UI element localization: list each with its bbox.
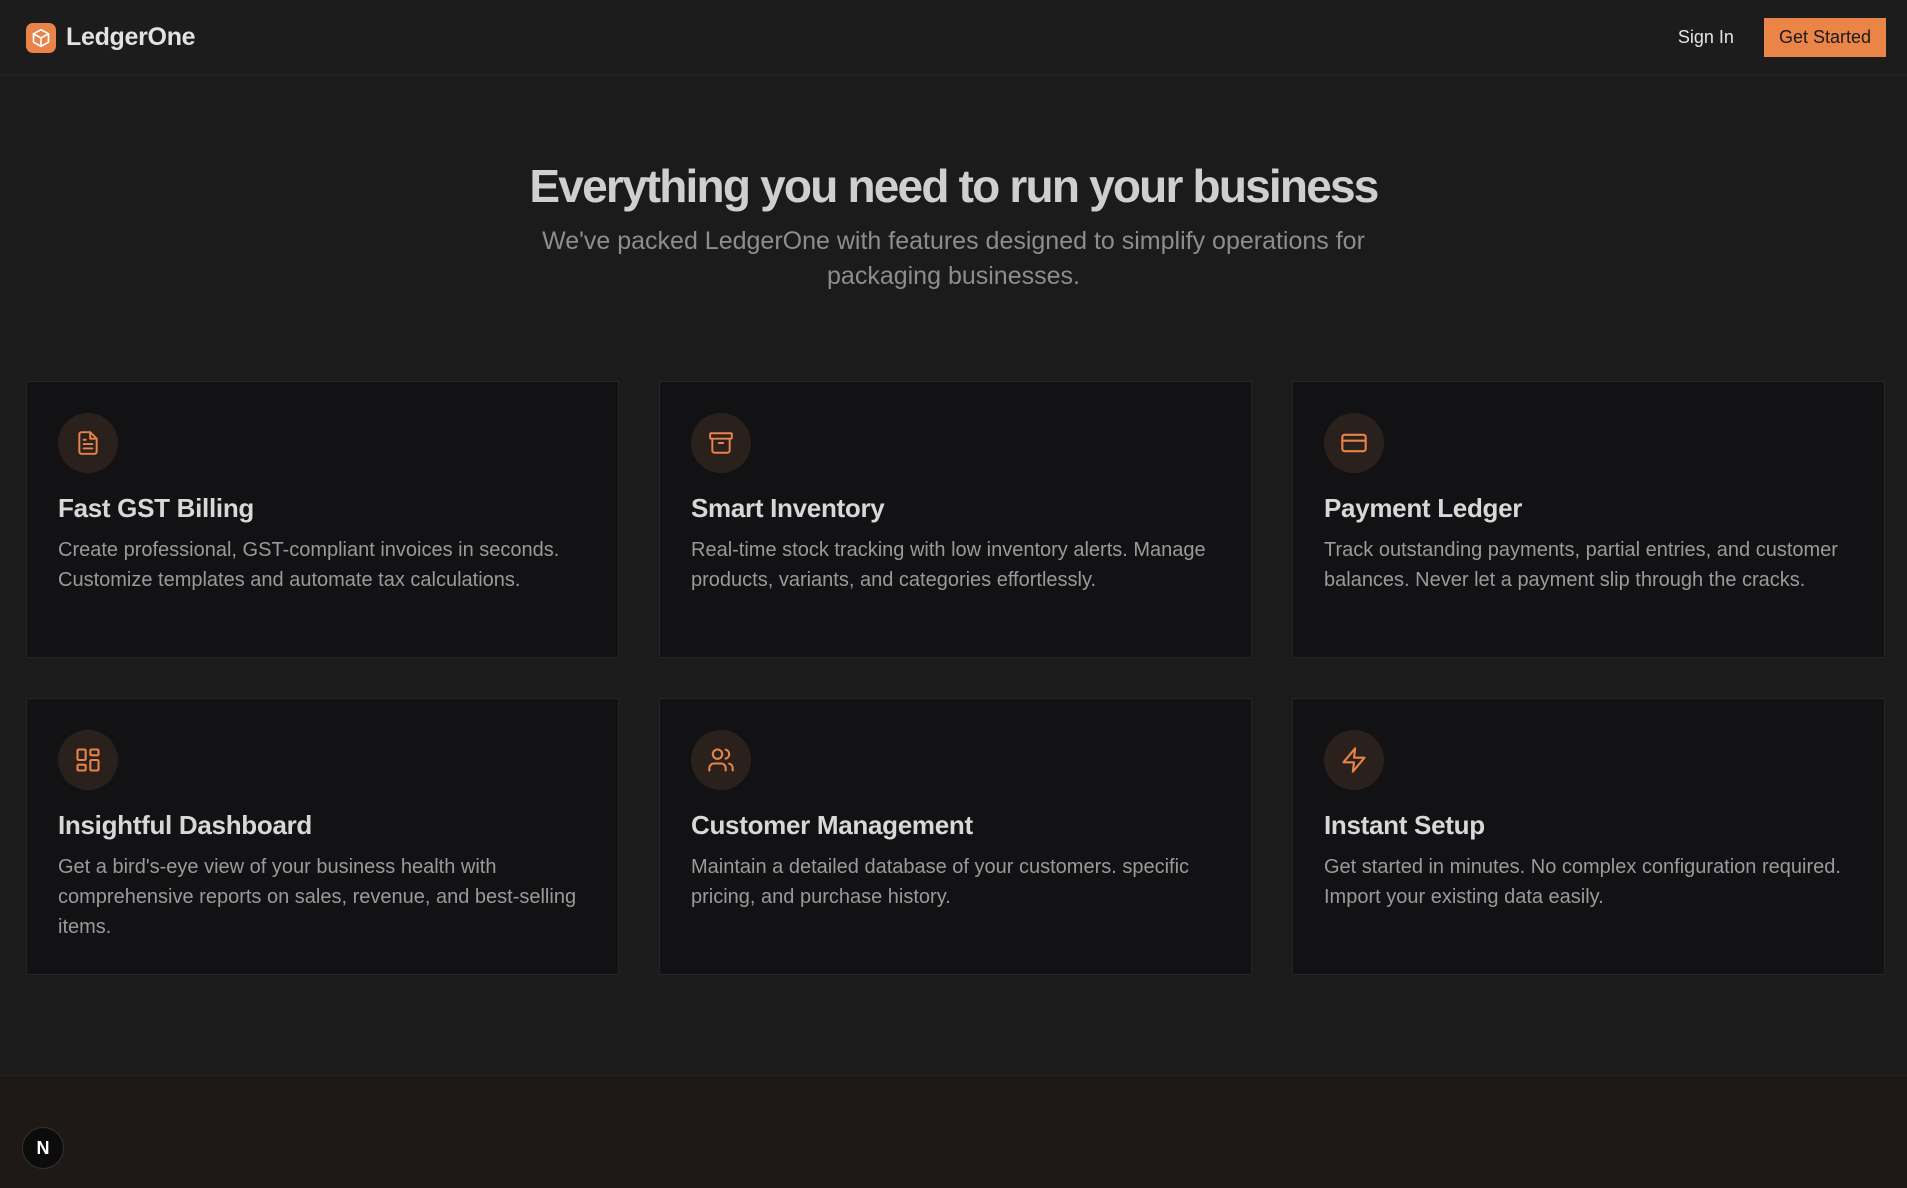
- feature-description: Track outstanding payments, partial entr…: [1324, 539, 1838, 591]
- feature-description: Real-time stock tracking with low invent…: [691, 539, 1206, 591]
- credit-card-icon: [1324, 413, 1384, 473]
- hero-section: Everything you need to run your business…: [0, 158, 1907, 294]
- dashboard-grid-icon: [58, 730, 118, 790]
- get-started-button[interactable]: Get Started: [1763, 18, 1886, 57]
- nav-actions: Sign In Get Started: [1678, 18, 1886, 57]
- top-navbar: LedgerOne Sign In Get Started: [0, 0, 1907, 76]
- feature-description: Get started in minutes. No complex confi…: [1324, 856, 1841, 908]
- feature-title: Fast GST Billing: [58, 493, 254, 523]
- archive-icon: [691, 413, 751, 473]
- feature-title: Insightful Dashboard: [58, 810, 313, 840]
- feature-title: Customer Management: [691, 810, 973, 840]
- feature-description: Maintain a detailed database of your cus…: [691, 856, 1190, 908]
- feature-card-payment-ledger: Payment Ledger Track outstanding payment…: [1292, 381, 1885, 658]
- feature-card-instant-setup: Instant Setup Get started in minutes. No…: [1292, 698, 1885, 975]
- hero-title: Everything you need to run your business: [529, 160, 1379, 212]
- footer-section: [0, 1075, 1907, 1188]
- feature-card-smart-inventory: Smart Inventory Real-time stock tracking…: [659, 381, 1252, 658]
- feature-title: Instant Setup: [1324, 810, 1485, 840]
- feature-card-fast-gst-billing: Fast GST Billing Create professional, GS…: [26, 381, 619, 658]
- feature-title: Smart Inventory: [691, 493, 885, 523]
- feature-description: Get a bird's-eye view of your business h…: [58, 856, 577, 938]
- hero-subtitle: We've packed LedgerOne with features des…: [542, 227, 1365, 290]
- file-text-icon: [58, 413, 118, 473]
- feature-card-insightful-dashboard: Insightful Dashboard Get a bird's-eye vi…: [26, 698, 619, 975]
- zap-icon: [1324, 730, 1384, 790]
- feature-description: Create professional, GST-compliant invoi…: [58, 539, 560, 591]
- dev-tools-badge[interactable]: N: [22, 1127, 64, 1169]
- brand[interactable]: LedgerOne: [26, 22, 196, 53]
- box-logo-icon: [26, 22, 56, 53]
- brand-name: LedgerOne: [66, 23, 196, 51]
- users-icon: [691, 730, 751, 790]
- sign-in-link[interactable]: Sign In: [1678, 27, 1734, 48]
- feature-card-customer-management: Customer Management Maintain a detailed …: [659, 698, 1252, 975]
- feature-title: Payment Ledger: [1324, 493, 1523, 523]
